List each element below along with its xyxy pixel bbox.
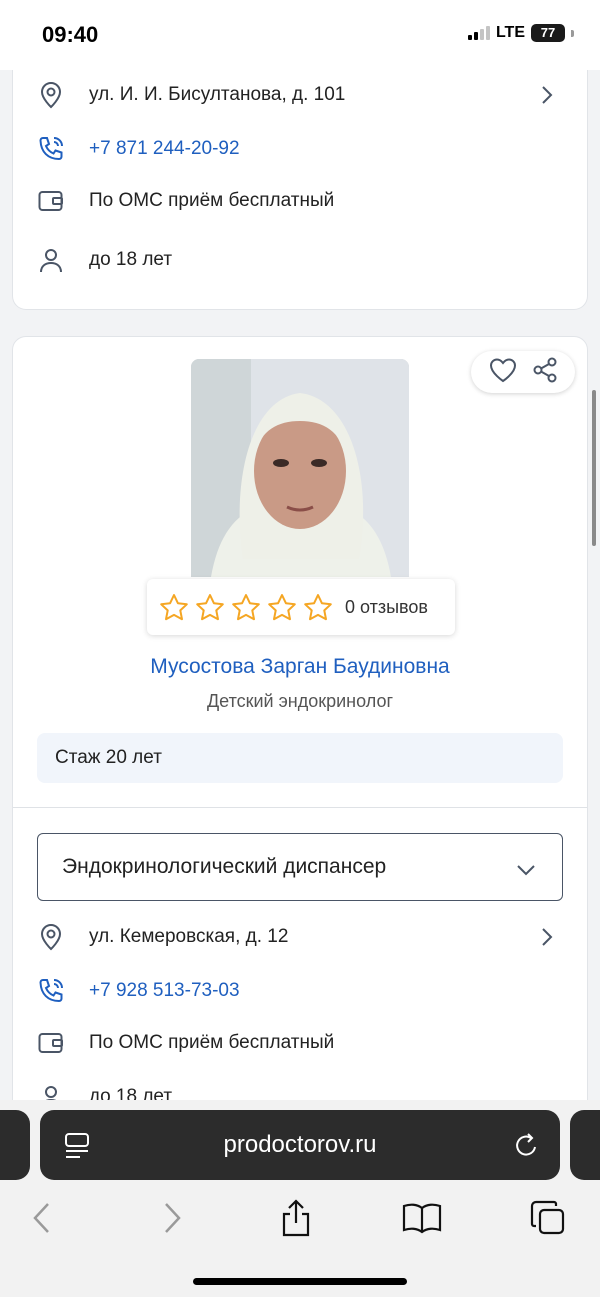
phone-icon	[37, 135, 65, 163]
share-icon[interactable]	[532, 357, 558, 388]
forward-button[interactable]	[150, 1196, 194, 1240]
doctor-name-link[interactable]: Мусостова Зарган Баудиновна	[13, 655, 587, 679]
heart-icon[interactable]	[489, 357, 517, 388]
doctor-payment-text: По ОМС приём бесплатный	[89, 1032, 335, 1053]
payment-text: По ОМС приём бесплатный	[89, 190, 335, 211]
doctor-payment-row: По ОМС приём бесплатный	[37, 1023, 563, 1063]
battery-icon: 77	[531, 24, 565, 42]
clinic-card-previous: ул. И. И. Бисултанова, д. 101 +7 871 244…	[12, 40, 588, 310]
reload-icon[interactable]	[512, 1130, 540, 1165]
home-indicator[interactable]	[193, 1278, 407, 1285]
doctor-phone-row[interactable]: +7 928 513-73-03	[37, 971, 563, 1011]
actions-box	[471, 351, 575, 393]
wallet-icon	[37, 187, 65, 215]
location-pin-icon	[37, 81, 65, 109]
url-text: prodoctorov.ru	[223, 1131, 377, 1158]
signal-icon	[467, 26, 490, 40]
share-upload-icon	[282, 1199, 310, 1237]
age-text: до 18 лет	[89, 249, 173, 270]
doctor-address-row[interactable]: ул. Кемеровская, д. 12	[37, 917, 563, 957]
person-icon	[37, 246, 65, 274]
clinic-select-value: Эндокринологический диспансер	[62, 855, 387, 878]
tabs-icon	[530, 1200, 565, 1235]
chevron-left-icon	[33, 1203, 49, 1233]
star-outline-icon	[160, 594, 188, 621]
browser-toolbar	[0, 1196, 600, 1240]
payment-row: По ОМС приём бесплатный	[37, 181, 563, 221]
wallet-icon	[37, 1029, 65, 1057]
address-bar[interactable]: prodoctorov.ru	[40, 1110, 560, 1180]
book-icon	[402, 1203, 442, 1234]
chevron-right-icon	[541, 85, 553, 110]
star-rating	[159, 593, 333, 621]
star-outline-icon	[304, 594, 332, 621]
scrollbar-thumb[interactable]	[592, 390, 596, 546]
phone-icon	[37, 977, 65, 1005]
rating-box[interactable]: 0 отзывов	[147, 579, 455, 635]
doctor-specialty: Детский эндокринолог	[206, 691, 394, 711]
status-bar: 09:40 LTE 77	[0, 0, 600, 70]
reviews-count[interactable]: 0 отзывов	[345, 597, 428, 618]
phone-row[interactable]: +7 871 244-20-92	[37, 129, 563, 169]
back-button[interactable]	[20, 1196, 64, 1240]
next-tab-peek[interactable]	[570, 1110, 600, 1180]
age-row: до 18 лет	[37, 240, 563, 280]
previous-tab-peek[interactable]	[0, 1110, 30, 1180]
chevron-down-icon	[516, 858, 536, 882]
doctor-phone-link[interactable]: +7 928 513-73-03	[89, 980, 240, 1002]
status-indicators: LTE 77	[467, 24, 574, 42]
browser-bottom-bar: prodoctorov.ru	[0, 1100, 600, 1297]
star-outline-icon	[196, 594, 224, 621]
status-time: 09:40	[42, 22, 99, 47]
doctor-address-text: ул. Кемеровская, д. 12	[89, 926, 289, 947]
share-button[interactable]	[274, 1196, 318, 1240]
divider	[13, 807, 587, 808]
chevron-right-icon	[541, 927, 553, 952]
experience-badge: Стаж 20 лет	[37, 733, 563, 783]
phone-link[interactable]: +7 871 244-20-92	[89, 138, 240, 160]
chevron-right-icon	[165, 1203, 181, 1233]
bookmarks-button[interactable]	[400, 1196, 444, 1240]
battery-tip	[571, 29, 574, 37]
page-menu-icon[interactable]	[64, 1132, 90, 1165]
network-label: LTE	[495, 24, 525, 41]
address-text: ул. И. И. Бисултанова, д. 101	[89, 84, 346, 105]
location-pin-icon	[37, 923, 65, 951]
doctor-photo[interactable]	[191, 359, 409, 577]
star-outline-icon	[268, 594, 296, 621]
tabs-button[interactable]	[526, 1196, 570, 1240]
star-outline-icon	[232, 594, 260, 621]
address-row[interactable]: ул. И. И. Бисултанова, д. 101	[37, 75, 563, 115]
clinic-select-dropdown[interactable]: Эндокринологический диспансер	[37, 833, 563, 901]
doctor-card: 0 отзывов Мусостова Зарган Баудиновна Де…	[12, 336, 588, 1136]
